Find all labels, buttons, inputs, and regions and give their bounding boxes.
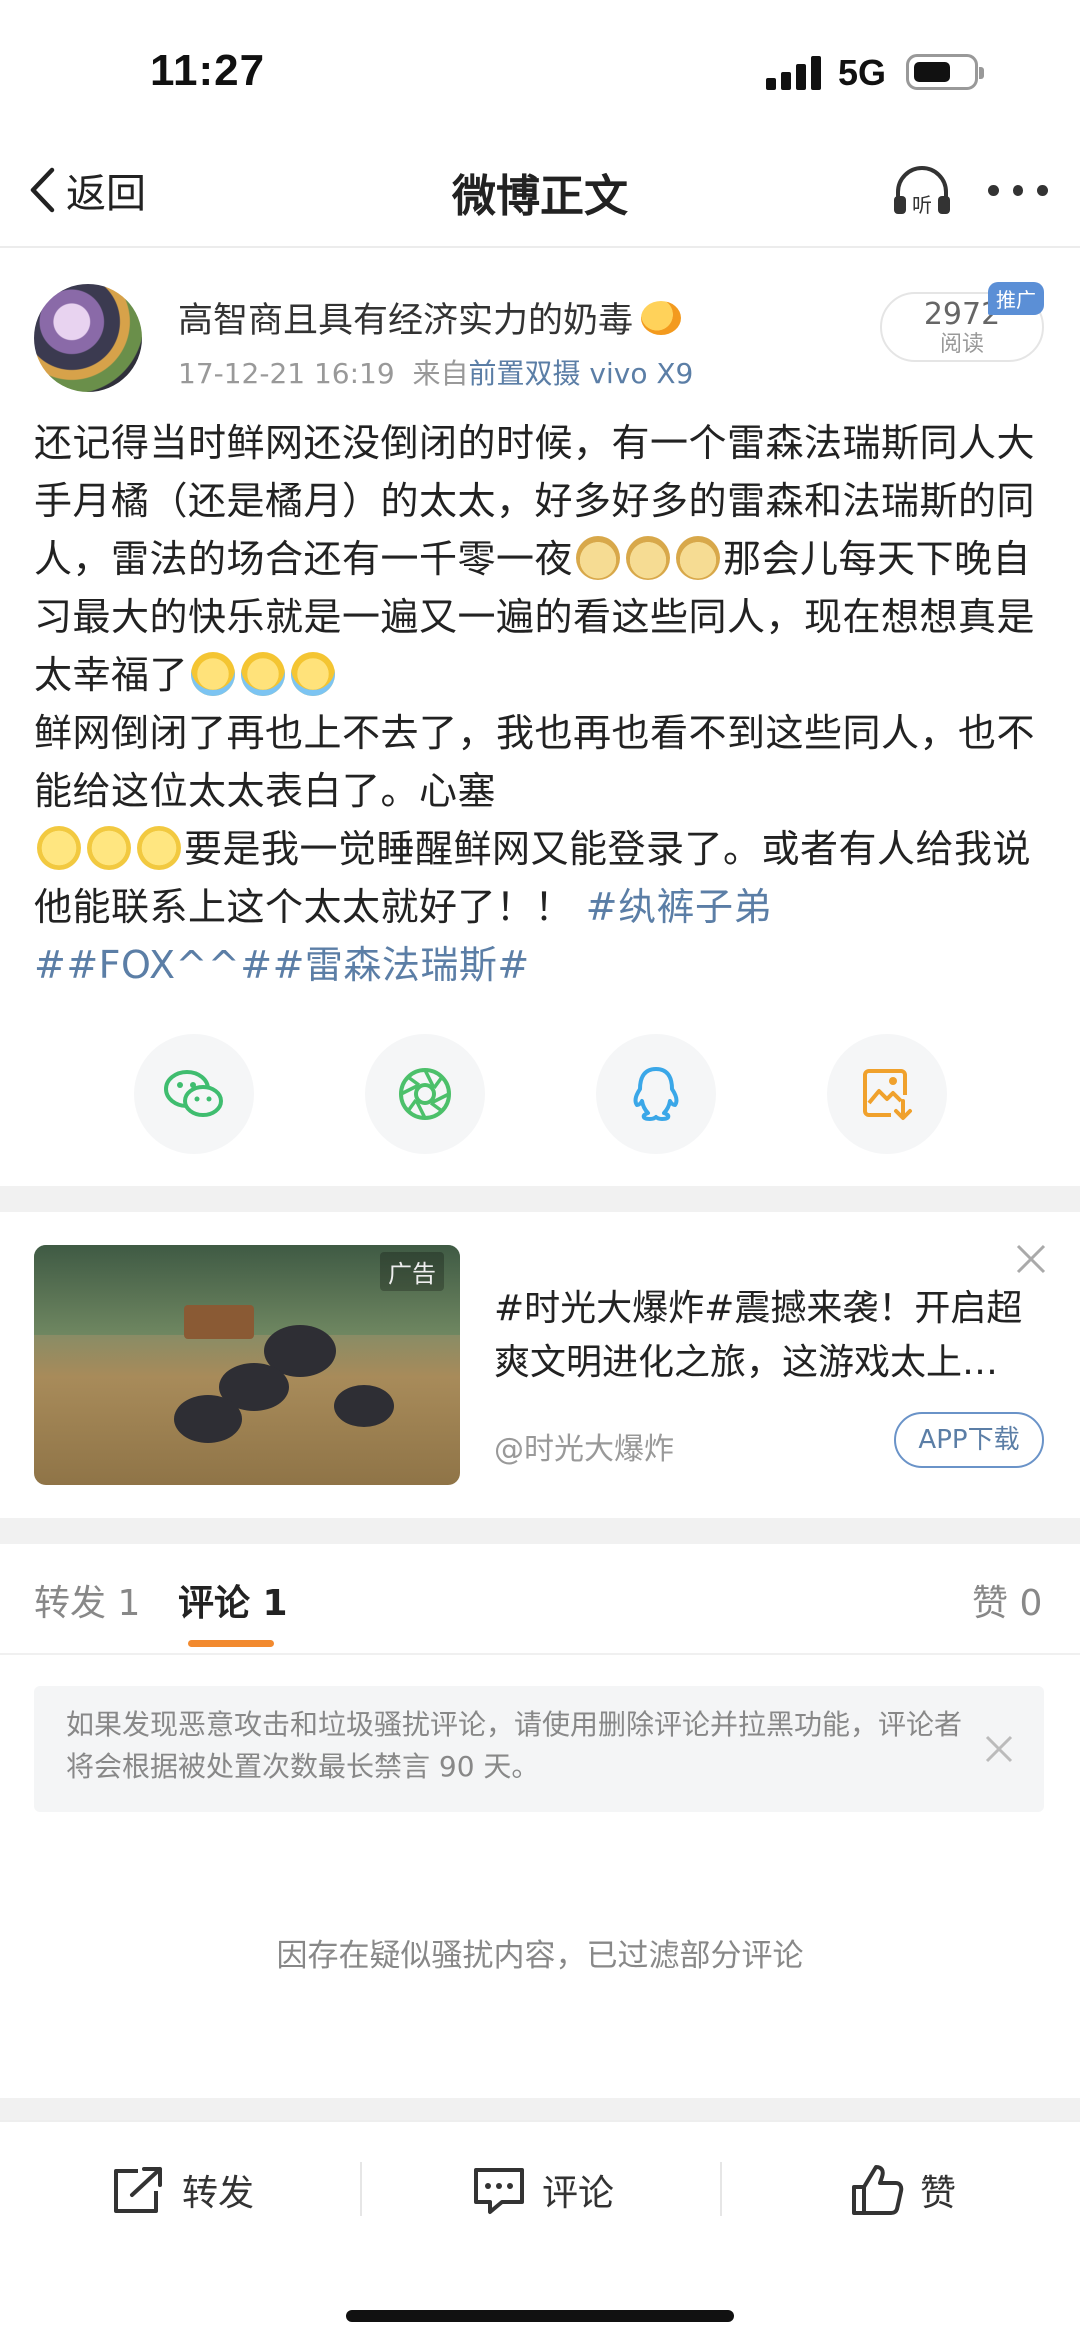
battery-icon: [906, 54, 984, 90]
post-text-part: 要是我一觉睡醒鲜网又能登录了。或者有人给我说他能联系上这个太太就好了！！: [34, 827, 1032, 929]
section-separator: [0, 1518, 1080, 1544]
tab-reposts[interactable]: 转发 1: [34, 1574, 140, 1626]
crying-emoji-icon: [191, 652, 236, 696]
post-content: 还记得当时鲜网还没倒闭的时候，有一个雷森法瑞斯同人大手月橘（还是橘月）的太太，好…: [34, 414, 1054, 994]
ad-account[interactable]: @时光大爆炸: [494, 1424, 674, 1468]
svg-text:听: 听: [912, 193, 932, 217]
save-image-button[interactable]: [827, 1034, 947, 1154]
more-dot: [988, 184, 999, 196]
bottom-divider: [360, 2162, 362, 2216]
doge-emoji-icon: [626, 536, 671, 580]
comment-notice-text: 如果发现恶意攻击和垃圾骚扰评论，请使用删除评论并拉黑功能，评论者将会根据被处置次…: [66, 1708, 963, 1783]
hashtag-link[interactable]: ##FOX^^##雷森法瑞斯#: [34, 943, 530, 987]
headphones-listen-icon: 听: [894, 166, 950, 217]
more-button[interactable]: [988, 178, 1049, 202]
home-indicator[interactable]: [346, 2310, 734, 2322]
share-moments-button[interactable]: [365, 1034, 485, 1154]
close-icon: [985, 1735, 1013, 1763]
active-tab-indicator: [188, 1640, 274, 1647]
repost-button[interactable]: 转发: [110, 2160, 254, 2220]
moments-icon: [399, 1068, 451, 1120]
crying-emoji-icon: [291, 652, 336, 696]
cellular-signal-icon: [766, 56, 822, 90]
ad-image-creature: [334, 1385, 394, 1427]
smile-emoji-icon: [37, 826, 81, 870]
wechat-icon: [164, 1070, 223, 1117]
bottom-bar-divider: [0, 2120, 1080, 2122]
source-prefix: 来自: [412, 357, 469, 390]
post-meta: 17-12-21 16:19 来自前置双摄 vivo X9: [178, 352, 693, 392]
more-dot: [1037, 184, 1049, 196]
share-wechat-button[interactable]: [134, 1034, 254, 1154]
post-time: 17-12-21 16:19: [178, 357, 395, 390]
ad-image-creature: [174, 1395, 242, 1443]
author-name: 高智商且具有经济实力的奶毒: [178, 301, 634, 341]
promote-badge[interactable]: 推广: [988, 282, 1044, 315]
filtered-comments-notice: 因存在疑似骚扰内容，已过滤部分评论: [276, 1938, 804, 1974]
doge-emoji-icon: [676, 536, 721, 580]
close-icon: [1016, 1244, 1046, 1274]
smile-emoji-icon: [137, 826, 181, 870]
ad-close-button[interactable]: [1014, 1242, 1048, 1276]
nav-divider: [0, 246, 1080, 248]
comment-icon: [474, 2168, 524, 2214]
author-avatar[interactable]: [34, 284, 142, 392]
section-separator: [0, 1186, 1080, 1212]
comment-button[interactable]: 评论: [470, 2160, 614, 2220]
share-out-icon: [114, 2167, 162, 2213]
ad-download-button[interactable]: APP下载: [894, 1412, 1044, 1468]
network-type: 5G: [838, 52, 887, 93]
read-label: 阅读: [939, 332, 984, 357]
post-text-part: 鲜网倒闭了再也上不去了，我也再也看不到这些同人，也不能给这位太太表白了。心塞: [34, 711, 1036, 813]
ad-image-sign: [184, 1305, 254, 1339]
like-label: 赞: [920, 2173, 957, 2214]
like-button[interactable]: 赞: [850, 2160, 956, 2220]
doge-emoji-icon: [576, 536, 621, 580]
comment-label: 评论: [542, 2173, 615, 2214]
ad-title[interactable]: #时光大爆炸#震撼来袭！开启超爽文明进化之旅，这游戏太上…: [494, 1282, 1054, 1390]
listen-button[interactable]: 听: [890, 162, 954, 218]
save-image-icon: [863, 1069, 912, 1120]
fan-badge-icon: [641, 300, 682, 335]
share-qq-button[interactable]: [596, 1034, 716, 1154]
ad-label: 广告: [380, 1252, 444, 1291]
hashtag-link[interactable]: #纨裤子弟: [586, 885, 772, 929]
repost-label: 转发: [182, 2173, 255, 2214]
thumbs-up-icon: [852, 2165, 904, 2215]
tabs-divider: [0, 1653, 1080, 1655]
status-time: 11:27: [150, 46, 266, 95]
notice-close-button[interactable]: [982, 1732, 1016, 1766]
qq-icon: [633, 1067, 679, 1121]
author-name-row[interactable]: 高智商且具有经济实力的奶毒: [178, 292, 682, 343]
crying-emoji-icon: [241, 652, 286, 696]
smile-emoji-icon: [87, 826, 131, 870]
tab-likes[interactable]: 赞 0: [972, 1574, 1042, 1626]
post-source[interactable]: 前置双摄 vivo X9: [469, 357, 694, 390]
tab-comments[interactable]: 评论 1: [178, 1574, 288, 1626]
more-dot: [1012, 184, 1024, 196]
bottom-divider: [720, 2162, 722, 2216]
section-separator: [0, 2098, 1080, 2120]
